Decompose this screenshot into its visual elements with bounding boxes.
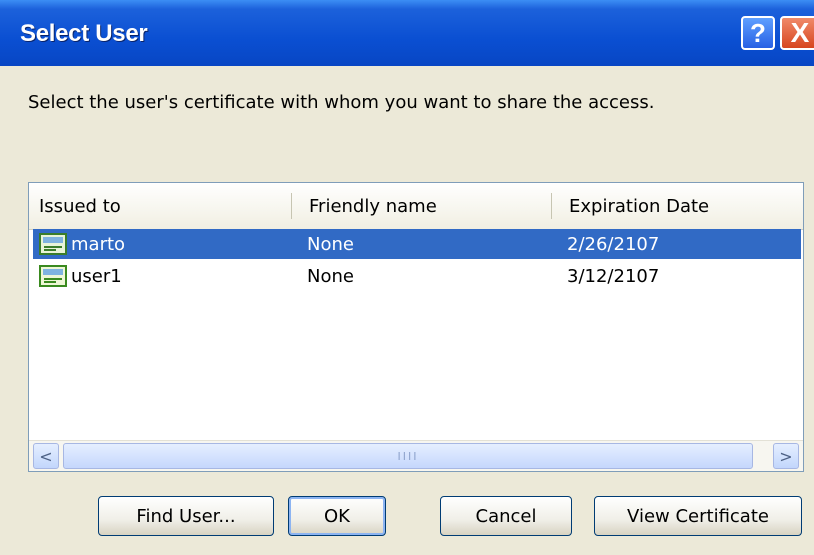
cell-issued-to: user1 bbox=[71, 265, 122, 287]
scroll-left-button[interactable]: < bbox=[33, 443, 59, 469]
column-divider[interactable] bbox=[551, 193, 552, 219]
title-bar: Select User ? X bbox=[0, 0, 814, 66]
list-item[interactable]: marto None 2/26/2107 bbox=[33, 229, 801, 259]
instruction-text: Select the user's certificate with whom … bbox=[28, 92, 655, 113]
cell-issued-to: marto bbox=[71, 233, 126, 255]
column-header-issued-to[interactable]: Issued to bbox=[29, 183, 289, 229]
view-certificate-button[interactable]: View Certificate bbox=[594, 496, 802, 536]
horizontal-scrollbar[interactable]: < IIII > bbox=[29, 440, 803, 471]
column-header-expiration-date[interactable]: Expiration Date bbox=[559, 183, 799, 229]
column-divider[interactable] bbox=[291, 193, 292, 219]
cell-expiration-date: 2/26/2107 bbox=[567, 233, 660, 255]
column-header-friendly-name[interactable]: Friendly name bbox=[299, 183, 549, 229]
list-header: Issued to Friendly name Expiration Date bbox=[29, 183, 803, 230]
help-button[interactable]: ? bbox=[741, 16, 775, 50]
list-item[interactable]: user1 None 3/12/2107 bbox=[33, 261, 801, 291]
cancel-button[interactable]: Cancel bbox=[440, 496, 572, 536]
certificate-icon bbox=[39, 265, 67, 287]
close-button[interactable]: X bbox=[780, 16, 814, 50]
cell-friendly-name: None bbox=[307, 233, 354, 255]
scroll-thumb[interactable]: IIII bbox=[63, 443, 753, 469]
certificate-list[interactable]: Issued to Friendly name Expiration Date … bbox=[28, 182, 804, 472]
certificate-icon bbox=[39, 233, 67, 255]
find-user-button[interactable]: Find User... bbox=[98, 496, 274, 536]
cell-expiration-date: 3/12/2107 bbox=[567, 265, 660, 287]
window-title: Select User bbox=[20, 20, 148, 47]
cell-friendly-name: None bbox=[307, 265, 354, 287]
scroll-right-button[interactable]: > bbox=[773, 443, 799, 469]
ok-button[interactable]: OK bbox=[288, 496, 386, 536]
